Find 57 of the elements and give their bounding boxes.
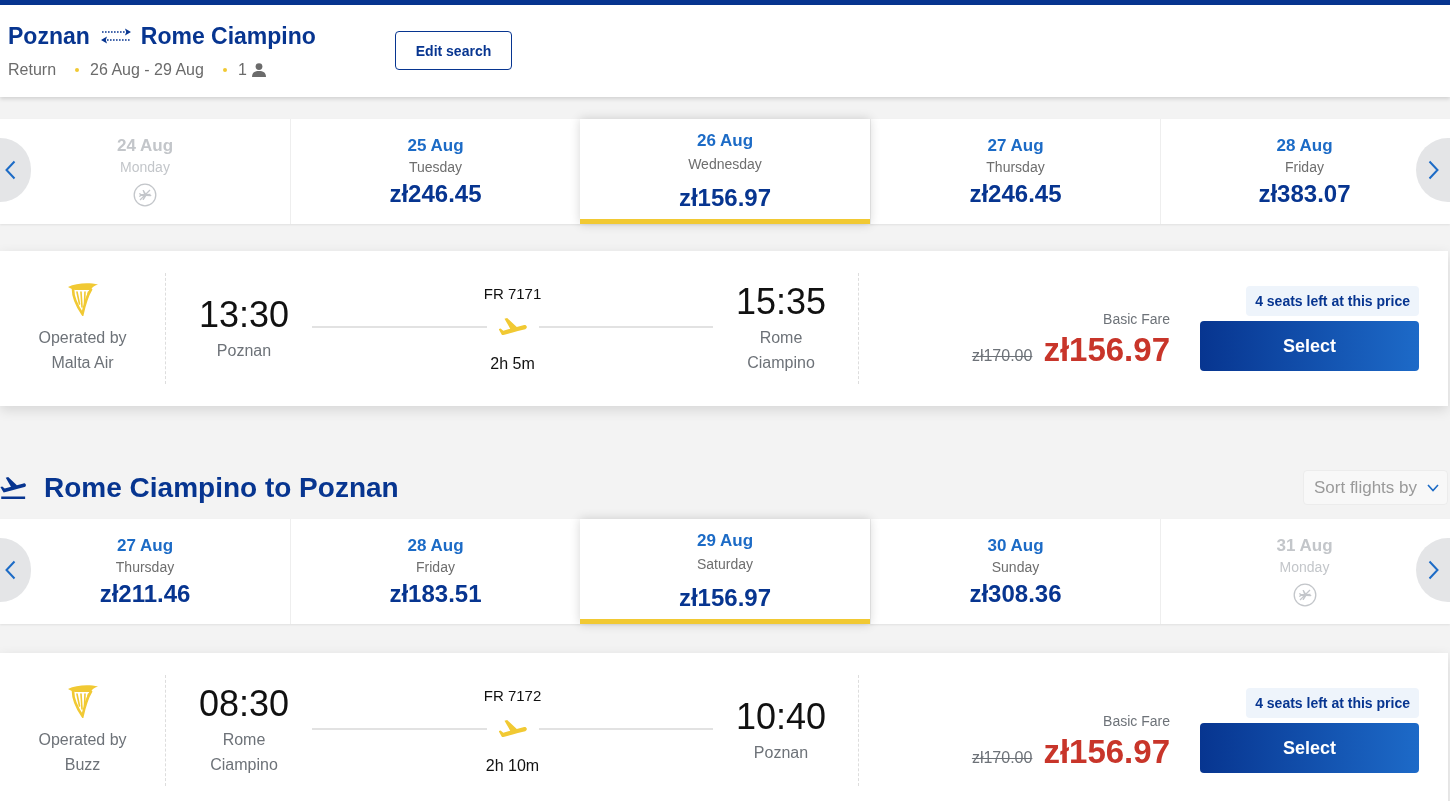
select-button[interactable]: Select <box>1200 723 1419 773</box>
person-icon <box>251 63 266 77</box>
section-title: Rome Ciampino to Poznan <box>44 471 399 504</box>
original-price: zł170.00 <box>971 347 1033 365</box>
flight-duration: 2h 10m <box>485 755 540 776</box>
seats-left-badge: 4 seats left at this price <box>1246 688 1419 718</box>
fare-label: Basic Fare <box>1103 712 1170 730</box>
select-button[interactable]: Select <box>1200 321 1419 371</box>
passenger-count: 1 <box>237 60 247 80</box>
date-tab[interactable]: 27 Aug Thursday zł211.46 <box>31 519 290 624</box>
harp-icon <box>66 684 99 718</box>
harp-icon <box>66 282 99 316</box>
chevron-left-icon <box>5 160 16 180</box>
airplane-icon <box>498 318 527 335</box>
date-tab[interactable]: 26 Aug Wednesday zł156.97 <box>580 119 870 224</box>
arrival-time: 10:40 <box>735 696 827 737</box>
fare-label: Basic Fare <box>1103 310 1170 328</box>
arrival-city: Rome Ciampino <box>746 328 816 373</box>
origin-city: Poznan <box>8 22 90 50</box>
airplane-icon <box>498 720 527 737</box>
no-flight-icon <box>133 183 157 207</box>
date-tab[interactable]: 30 Aug Sunday zł308.36 <box>870 519 1160 624</box>
date-tab[interactable]: 27 Aug Thursday zł246.45 <box>870 119 1160 224</box>
chevron-right-icon <box>1428 560 1439 580</box>
flight-number: FR 7172 <box>483 685 542 706</box>
date-tab[interactable]: 28 Aug Friday zł183.51 <box>290 519 580 624</box>
fare-price: zł156.97 <box>1043 331 1170 369</box>
trip-type: Return <box>8 60 57 80</box>
departure-time: 13:30 <box>198 294 290 335</box>
flight-number: FR 7171 <box>483 283 542 304</box>
chevron-right-icon <box>1428 160 1439 180</box>
trip-dates: 26 Aug - 29 Aug <box>90 60 204 80</box>
bullet-icon <box>75 68 80 72</box>
original-price: zł170.00 <box>971 749 1033 767</box>
next-dates-button[interactable] <box>1416 138 1450 202</box>
date-tab[interactable]: 29 Aug Saturday zł156.97 <box>580 519 870 624</box>
bullet-icon <box>222 68 227 72</box>
arrival-time: 15:35 <box>735 282 827 322</box>
chevron-down-icon <box>1427 483 1439 492</box>
edit-search-button[interactable]: Edit search <box>395 31 512 70</box>
departure-city: Rome Ciampino <box>209 730 279 775</box>
seats-left-badge: 4 seats left at this price <box>1246 286 1419 316</box>
flight-duration: 2h 5m <box>490 353 535 374</box>
fare-price: zł156.97 <box>1043 733 1170 771</box>
next-dates-button[interactable] <box>1416 538 1450 602</box>
destination-city: Rome Ciampino <box>140 22 316 50</box>
operator-text: Operated by Buzz <box>37 730 128 775</box>
airplane-takeoff-icon <box>0 476 27 499</box>
departure-time: 08:30 <box>198 684 290 724</box>
no-flight-icon <box>1292 583 1317 607</box>
chevron-left-icon <box>5 560 16 580</box>
departure-city: Poznan <box>216 340 272 361</box>
route-arrows-icon <box>99 26 132 46</box>
operator-text: Operated by Malta Air <box>37 328 128 373</box>
date-tab[interactable]: 25 Aug Tuesday zł246.45 <box>290 119 580 224</box>
arrival-city: Poznan <box>753 742 809 763</box>
date-tab[interactable]: 28 Aug Friday zł383.07 <box>1160 119 1416 224</box>
